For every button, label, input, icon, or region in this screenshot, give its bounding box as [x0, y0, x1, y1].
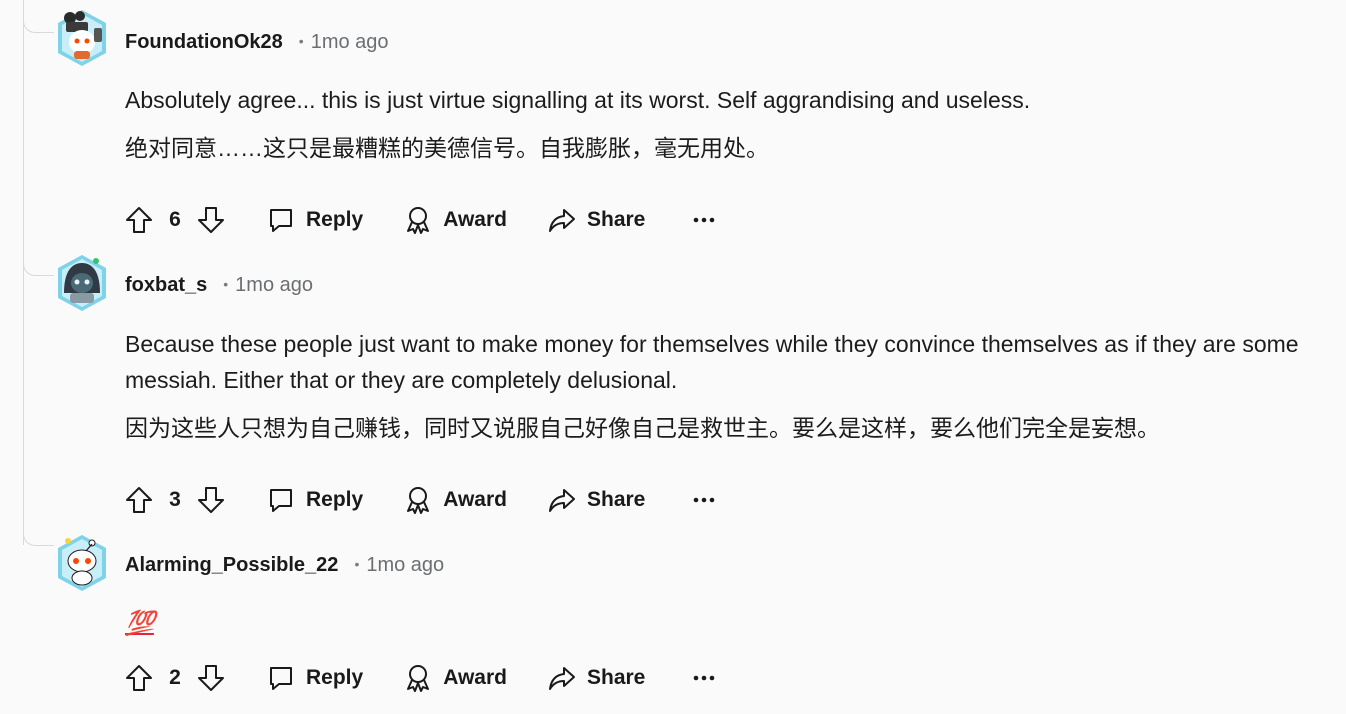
- award-button[interactable]: Award: [403, 663, 507, 693]
- vote-group: 2: [124, 663, 226, 693]
- more-options-button[interactable]: [693, 674, 715, 682]
- more-options-button[interactable]: [693, 216, 715, 224]
- thread-connector: [23, 12, 54, 33]
- downvote-icon[interactable]: [196, 205, 226, 235]
- reply-button[interactable]: Reply: [266, 663, 363, 693]
- vote-score: 2: [169, 666, 181, 689]
- upvote-icon[interactable]: [124, 663, 154, 693]
- downvote-icon[interactable]: [196, 485, 226, 515]
- award-label: Award: [443, 488, 507, 511]
- award-icon: [407, 665, 430, 692]
- downvote-icon[interactable]: [196, 663, 226, 693]
- comment-actions: 6 Reply Award Share: [124, 202, 715, 238]
- avatar[interactable]: [56, 533, 108, 591]
- ellipsis-icon: [694, 675, 715, 681]
- ellipsis-icon: [694, 217, 715, 223]
- thread-connector: [23, 255, 54, 276]
- comment-body: Because these people just want to make m…: [125, 326, 1315, 446]
- reply-button[interactable]: Reply: [266, 485, 363, 515]
- award-icon: [407, 207, 430, 234]
- vote-score: 6: [169, 208, 181, 231]
- share-icon: [549, 209, 575, 232]
- separator-dot: •: [298, 33, 304, 49]
- snoo-avatar-hood-icon: [58, 255, 106, 311]
- share-label: Share: [587, 666, 646, 689]
- avatar[interactable]: [56, 253, 108, 311]
- upvote-icon[interactable]: [124, 205, 154, 235]
- snoo-avatar-camera-icon: [58, 10, 106, 66]
- share-button[interactable]: Share: [547, 663, 645, 693]
- comment-bubble-icon: [270, 667, 292, 690]
- comment-actions: 2 Reply Award Share: [124, 660, 715, 696]
- comment-actions: 3 Reply Award Share: [124, 482, 715, 518]
- timestamp[interactable]: 1mo ago: [366, 554, 444, 577]
- comment-meta: FoundationOk28 • 1mo ago: [125, 31, 389, 54]
- share-label: Share: [587, 208, 646, 231]
- comment-meta: foxbat_s • 1mo ago: [125, 274, 313, 297]
- award-label: Award: [443, 666, 507, 689]
- comment-thread: FoundationOk28 • 1mo ago Absolutely agre…: [0, 0, 1346, 714]
- thread-line[interactable]: [23, 0, 24, 545]
- thread-connector: [23, 525, 54, 546]
- share-button[interactable]: Share: [547, 485, 645, 515]
- hundred-points-emoji: 💯: [125, 610, 155, 637]
- reply-button[interactable]: Reply: [266, 205, 363, 235]
- separator-dot: •: [354, 556, 360, 572]
- ellipsis-icon: [694, 497, 715, 503]
- username[interactable]: foxbat_s: [125, 274, 207, 297]
- snoo-avatar-default-icon: [58, 535, 106, 591]
- reply-label: Reply: [306, 666, 364, 689]
- more-options-button[interactable]: [693, 496, 715, 504]
- comment-text: Absolutely agree... this is just virtue …: [125, 87, 1031, 113]
- comment-body: 💯: [125, 606, 1315, 642]
- username[interactable]: FoundationOk28: [125, 31, 283, 54]
- avatar[interactable]: [56, 8, 108, 66]
- share-label: Share: [587, 488, 646, 511]
- upvote-icon[interactable]: [124, 485, 154, 515]
- comment-bubble-icon: [270, 489, 292, 512]
- vote-group: 6: [124, 205, 226, 235]
- reply-label: Reply: [306, 488, 364, 511]
- comment-meta: Alarming_Possible_22 • 1mo ago: [125, 554, 444, 577]
- vote-score: 3: [169, 488, 181, 511]
- username[interactable]: Alarming_Possible_22: [125, 554, 338, 577]
- share-icon: [549, 489, 575, 512]
- award-label: Award: [443, 208, 507, 231]
- comment-body: Absolutely agree... this is just virtue …: [125, 82, 1315, 166]
- share-button[interactable]: Share: [547, 205, 645, 235]
- comment-translation: 因为这些人只想为自己赚钱，同时又说服自己好像自己是救世主。要么是这样，要么他们完…: [125, 415, 1160, 441]
- comment-text: Because these people just want to make m…: [125, 331, 1299, 393]
- vote-group: 3: [124, 485, 226, 515]
- award-button[interactable]: Award: [403, 485, 507, 515]
- share-icon: [549, 667, 575, 690]
- separator-dot: •: [223, 276, 229, 292]
- timestamp[interactable]: 1mo ago: [235, 274, 313, 297]
- comment-bubble-icon: [270, 209, 292, 232]
- award-icon: [407, 487, 430, 514]
- award-button[interactable]: Award: [403, 205, 507, 235]
- timestamp[interactable]: 1mo ago: [311, 31, 389, 54]
- reply-label: Reply: [306, 208, 364, 231]
- comment-translation: 绝对同意……这只是最糟糕的美德信号。自我膨胀，毫无用处。: [125, 135, 769, 161]
